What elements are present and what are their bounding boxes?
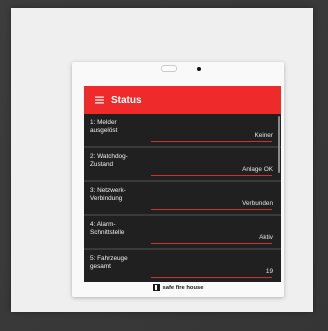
status-row-underline (151, 175, 272, 176)
status-row-value: Keiner (254, 132, 273, 139)
brand-name: safe fire house (162, 284, 204, 291)
status-row-underline (151, 277, 272, 278)
status-row-netzwerk[interactable]: 3: Netzwerk- Verbindung Verbunden (84, 182, 281, 216)
device-top-clip (161, 65, 177, 72)
status-row-label: 5: Fahrzeuge gesamt (90, 255, 128, 270)
status-row-underline (151, 141, 272, 142)
page-title: Status (111, 94, 142, 106)
brand-footer: safe fire house (72, 282, 284, 293)
scrollbar[interactable] (278, 116, 280, 173)
status-row-fahrzeuge[interactable]: 5: Fahrzeuge gesamt 19 (84, 250, 281, 282)
status-row-underline (151, 243, 272, 244)
wall-background: Status 1: Melder ausgelöst Keiner 2: Wat… (0, 0, 328, 331)
status-row-label: 1: Melder ausgelöst (90, 119, 118, 134)
wall-display-device: Status 1: Melder ausgelöst Keiner 2: Wat… (72, 62, 284, 297)
display-screen: Status 1: Melder ausgelöst Keiner 2: Wat… (84, 86, 281, 282)
app-bar: Status (84, 86, 281, 114)
status-row-value: Aktiv (259, 234, 273, 241)
status-row-underline (151, 209, 272, 210)
status-row-melder[interactable]: 1: Melder ausgelöst Keiner (84, 114, 281, 148)
mounting-plate: Status 1: Melder ausgelöst Keiner 2: Wat… (11, 8, 313, 312)
status-row-label: 2: Watchdog- Zustand (90, 153, 128, 168)
status-row-value: Anlage OK (242, 166, 273, 173)
status-row-value: Verbunden (242, 200, 273, 207)
status-row-watchdog[interactable]: 2: Watchdog- Zustand Anlage OK (84, 148, 281, 182)
brand-logo-icon (152, 284, 160, 291)
status-row-label: 3: Netzwerk- Verbindung (90, 187, 126, 202)
menu-button[interactable] (88, 86, 110, 114)
camera-dot (197, 67, 201, 71)
status-row-label: 4: Alarm- Schnittstelle (90, 221, 125, 236)
menu-icon (94, 96, 104, 104)
status-row-value: 19 (265, 268, 273, 275)
status-row-alarm[interactable]: 4: Alarm- Schnittstelle Aktiv (84, 216, 281, 250)
status-list[interactable]: 1: Melder ausgelöst Keiner 2: Watchdog- … (84, 114, 281, 282)
